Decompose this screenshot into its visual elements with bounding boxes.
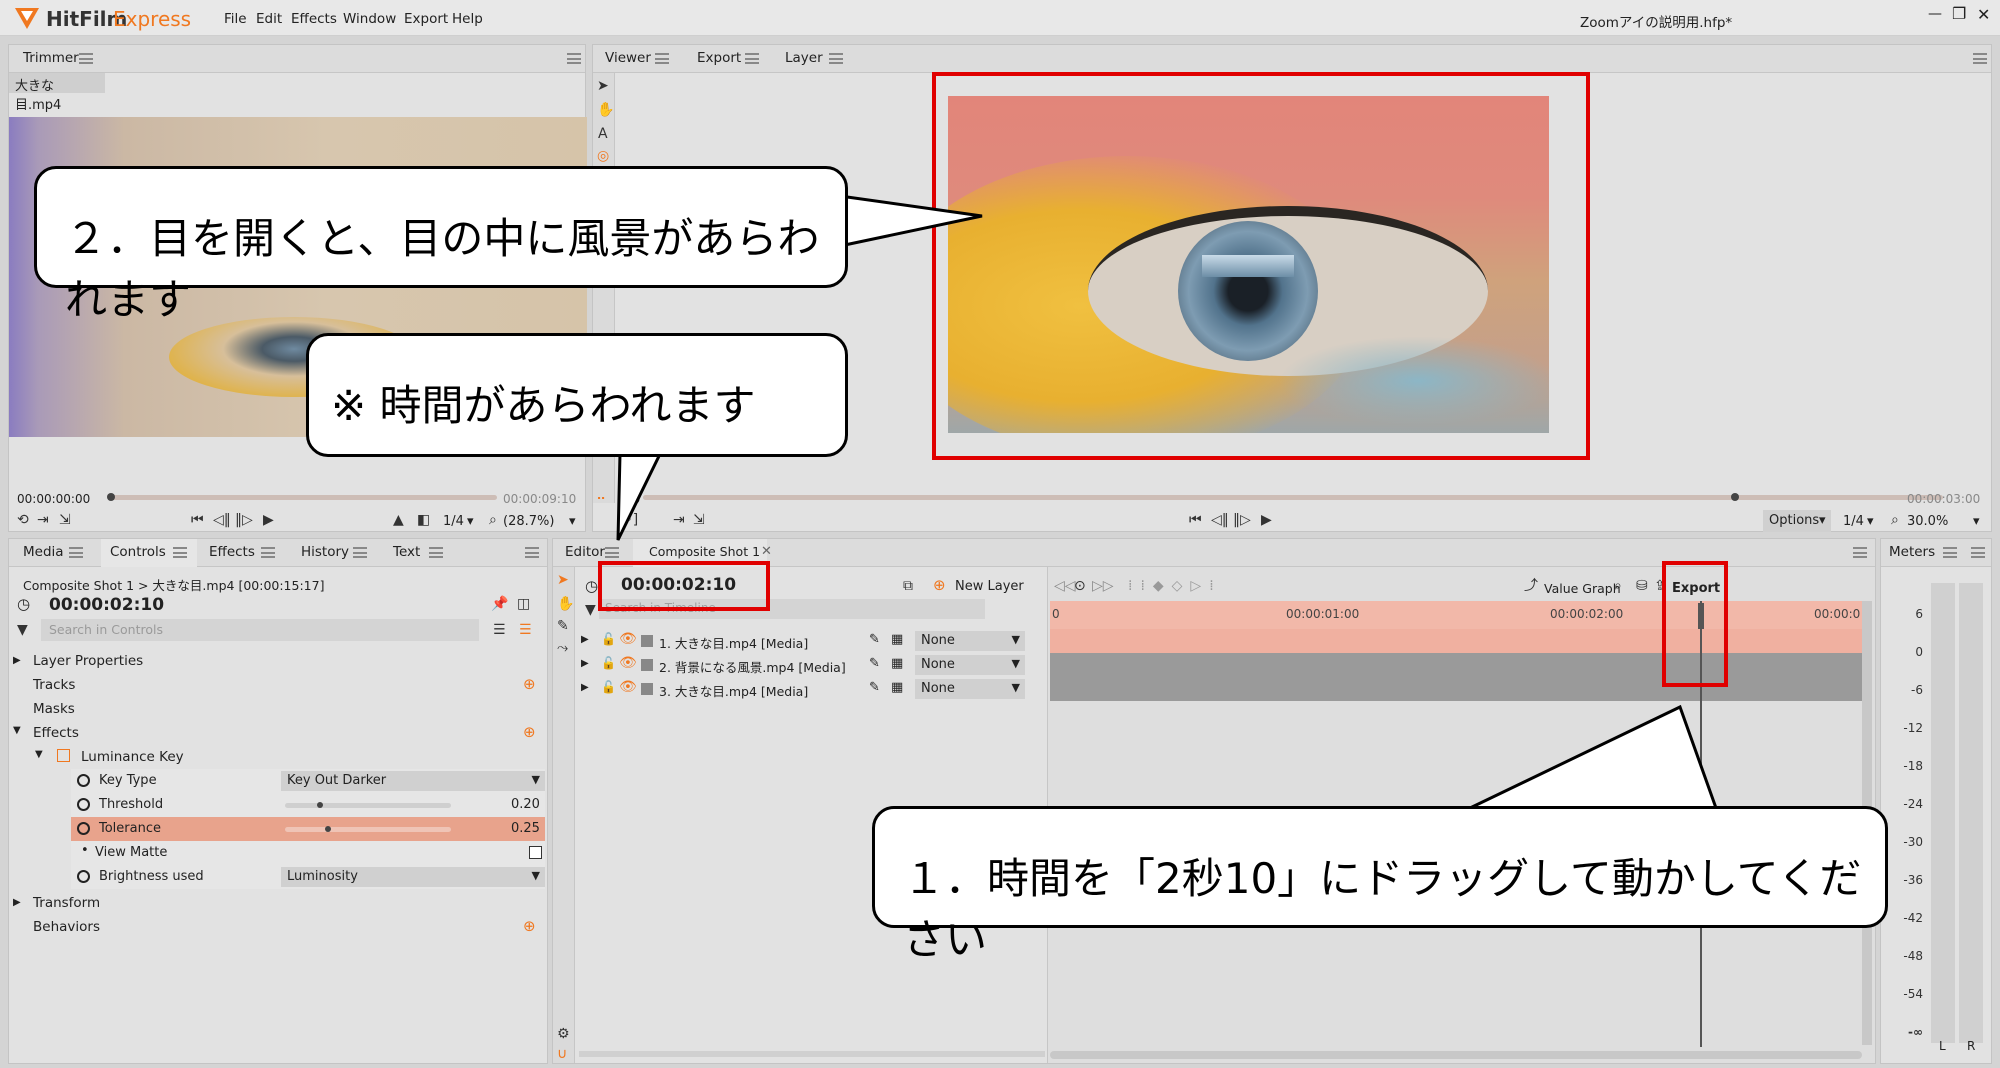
instruction-bubble-1-text: １．時間を「2秒10」にドラッグして動かしてください [903,854,1862,964]
instruction-bubble-2-text: ２．目を開くと、目の中に風景があらわれます [65,214,820,324]
instruction-bubble-3: ※ 時間があらわれます [306,333,848,457]
instruction-bubble-3-text: ※ 時間があらわれます [331,381,756,430]
bubble1-tail [1469,704,1719,810]
instruction-bubble-1: １．時間を「2秒10」にドラッグして動かしてください [872,806,1888,964]
bubble2-tail [838,194,983,248]
instruction-bubble-2: ２．目を開くと、目の中に風景があらわれます [34,166,848,324]
bubble3-tail [616,452,663,541]
